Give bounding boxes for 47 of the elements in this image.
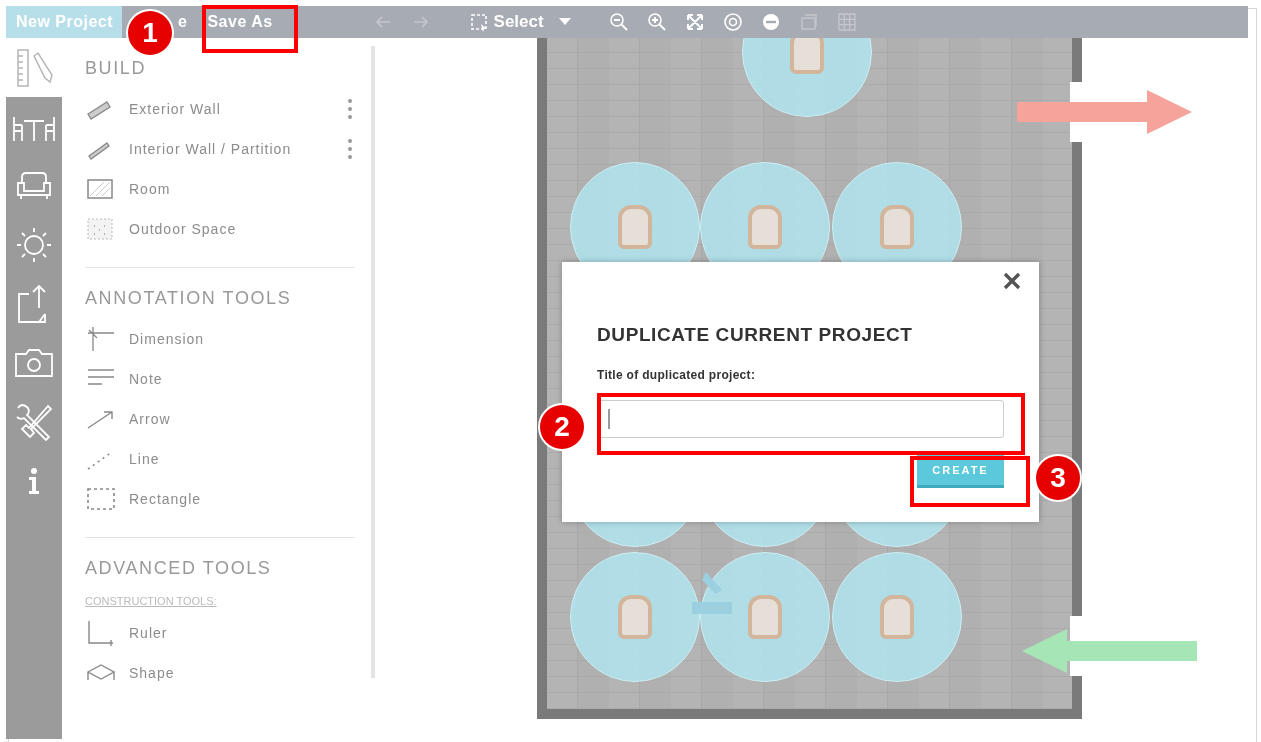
- step-badge: 1: [128, 11, 172, 55]
- person-figure: [748, 205, 782, 249]
- caret-icon: [558, 18, 571, 26]
- tool-item[interactable]: Line: [129, 451, 355, 467]
- layers-icon: [798, 12, 819, 32]
- person-figure: [880, 595, 914, 639]
- person-figure: [748, 595, 782, 639]
- close-icon: [1003, 272, 1021, 290]
- minus-circle-icon: [760, 12, 781, 32]
- subsection-link[interactable]: CONSTRUCTION TOOLS:: [85, 589, 217, 613]
- person-figure: [618, 595, 652, 639]
- section-heading: BUILD: [85, 57, 146, 80]
- tool-item[interactable]: Note: [129, 371, 355, 387]
- person-figure: [790, 38, 824, 74]
- tool-item[interactable]: Rectangle: [129, 491, 355, 507]
- select-dropdown[interactable]: Select: [468, 9, 571, 35]
- dialog-title: DUPLICATE CURRENT PROJECT: [597, 324, 914, 346]
- selection-box-icon: [468, 12, 489, 32]
- camera-icon: [14, 347, 54, 378]
- tool-item[interactable]: Room: [129, 181, 355, 197]
- ruler-pencil-icon: [14, 47, 54, 88]
- tool-item[interactable]: Dimension: [129, 331, 355, 347]
- tool-item[interactable]: Interior Wall / Partition: [129, 141, 335, 157]
- person-figure: [618, 205, 652, 249]
- field-label: Title of duplicated project:: [597, 368, 757, 382]
- target-icon: [722, 12, 743, 32]
- section-heading: ANNOTATION TOOLS: [85, 287, 292, 310]
- tool-item[interactable]: Exterior Wall: [129, 101, 335, 117]
- step-badge: 3: [1036, 456, 1080, 500]
- step-badge: 2: [540, 405, 584, 449]
- armchair-icon: [14, 170, 54, 201]
- sun-icon: [15, 225, 53, 264]
- tool-item[interactable]: Arrow: [129, 411, 355, 427]
- tool-item[interactable]: Ruler: [129, 625, 355, 641]
- person-figure: [880, 205, 914, 249]
- expand-arrows-icon: [684, 12, 705, 32]
- section-heading: ADVANCED TOOLS: [85, 557, 272, 580]
- grid-icon: [836, 12, 857, 32]
- zoom-in-icon: [646, 12, 667, 32]
- info-icon: [27, 466, 41, 495]
- tool-item[interactable]: Shape: [129, 665, 355, 681]
- tool-item[interactable]: Outdoor Space: [129, 221, 355, 237]
- wrench-screwdriver-icon: [14, 401, 54, 442]
- dimension-icon: [85, 324, 117, 354]
- zoom-out-icon: [608, 12, 629, 32]
- menu-button[interactable]: Save As: [197, 6, 283, 38]
- text-cursor: [608, 409, 610, 429]
